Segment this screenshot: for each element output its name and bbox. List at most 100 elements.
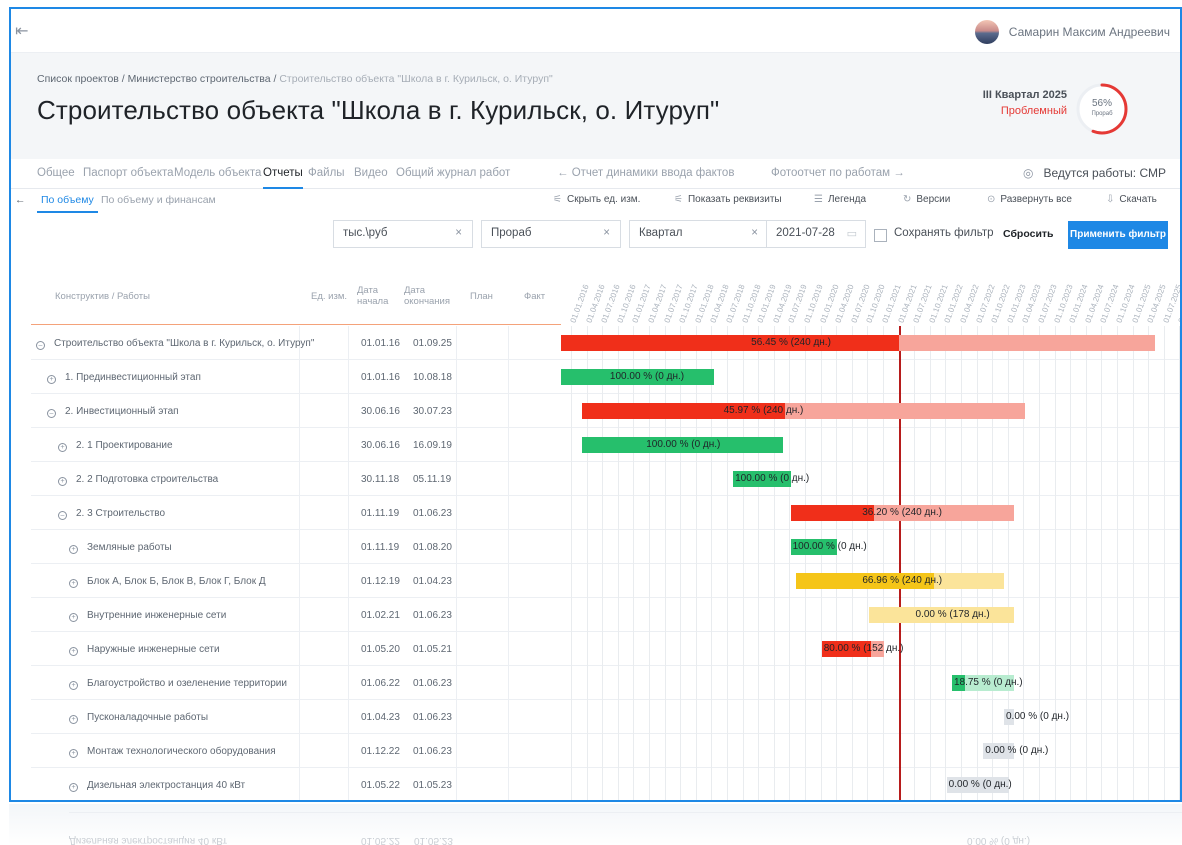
row-start-date: 01.01.16: [361, 372, 400, 383]
user-name[interactable]: Самарин Максим Андреевич: [1009, 25, 1170, 39]
expand-icon[interactable]: +: [47, 375, 56, 384]
tab-files[interactable]: Файлы: [308, 167, 345, 179]
tab-reports[interactable]: Отчеты: [263, 167, 303, 189]
col-fact: Факт: [524, 291, 546, 302]
clear-icon[interactable]: ×: [455, 227, 462, 239]
expand-icon[interactable]: +: [58, 443, 67, 452]
expand-icon[interactable]: +: [69, 783, 78, 792]
row-name: –2. Инвестиционный этап: [47, 406, 179, 418]
save-filter-checkbox[interactable]: [874, 229, 887, 242]
status-label: Проблемный: [1000, 105, 1067, 117]
gantt-gridline: [836, 326, 838, 800]
row-name: + Пусконаладочные работы: [69, 712, 208, 724]
role-select[interactable]: Прораб ×: [481, 220, 621, 248]
hide-units-button[interactable]: ⚟ Скрыть ед. изм.: [553, 194, 640, 205]
row-name: –2. 3 Строительство: [58, 508, 165, 520]
gantt-chart: 01.01.2016 01.04.2016 01.07.2016 01.10.2016…: [561, 271, 1180, 800]
tab-general[interactable]: Общее: [37, 167, 75, 179]
show-props-button[interactable]: ⚟ Показать реквизиты: [674, 194, 782, 205]
reset-button[interactable]: Сбросить: [1003, 228, 1054, 240]
tab-journal[interactable]: Общий журнал работ: [396, 167, 510, 179]
app-window: ⇤ Самарин Максим Андреевич Список проект…: [9, 7, 1182, 802]
expand-icon[interactable]: +: [69, 545, 78, 554]
row-end-date: 01.05.23: [413, 780, 452, 791]
expand-icon[interactable]: +: [69, 749, 78, 758]
subtab-volume-finance[interactable]: По объему и финансам: [101, 194, 216, 206]
legend-button[interactable]: ☰ Легенда: [814, 194, 866, 205]
reflection-row-label: 0.00 % (0 дн.): [967, 812, 1182, 845]
filter-bar: тыс.\руб × Прораб × Квартал × 2021-07-28…: [11, 215, 1180, 255]
collapse-icon[interactable]: –: [47, 409, 56, 418]
row-start-date: 01.12.19: [361, 576, 400, 587]
row-start-date: 30.06.16: [361, 440, 400, 451]
subtab-volume[interactable]: По объему: [37, 194, 98, 213]
calendar-icon[interactable]: ▭: [847, 227, 857, 240]
project-header: Список проектов / Министерство строитель…: [11, 53, 1180, 159]
gantt-bar-label: 100.00 % (0 дн.): [735, 473, 810, 484]
download-button[interactable]: ⇩ Скачать: [1106, 194, 1157, 205]
row-name-label: Блок А, Блок Б, Блок В, Блок Г, Блок Д: [87, 576, 266, 587]
collapse-icon[interactable]: –: [58, 511, 67, 520]
gantt-bar-label: 100.00 % (0 дн.): [609, 371, 685, 382]
gantt-gridline: [805, 326, 806, 800]
report-toolbar: ← По объему По объему и финансам ⚟ Скрыть…: [11, 189, 1180, 213]
gantt-gridline: [1023, 326, 1025, 800]
gantt-gridline: [1117, 326, 1118, 800]
apply-filter-button[interactable]: Применить фильтр: [1068, 221, 1168, 249]
expand-icon[interactable]: +: [69, 647, 78, 656]
breadcrumb-current: Строительство объекта "Школа в г. Куриль…: [279, 73, 553, 85]
expand-icon[interactable]: +: [69, 579, 78, 588]
expand-icon[interactable]: +: [69, 715, 78, 724]
filter-icon: ⚟: [553, 194, 562, 205]
breadcrumb: Список проектов / Министерство строитель…: [37, 73, 553, 85]
tab-video[interactable]: Видео: [354, 167, 388, 179]
row-start-date: 30.11.18: [361, 474, 400, 485]
user-menu[interactable]: Самарин Максим Андреевич: [974, 20, 1170, 44]
collapse-arrow-icon[interactable]: ⇤: [15, 21, 28, 41]
col-end: Дата окончания: [404, 285, 451, 307]
gantt-gridline: [664, 326, 666, 800]
tab-passport[interactable]: Паспорт объекта: [83, 167, 174, 179]
filter-icon: ⚟: [674, 194, 683, 205]
back-arrow-icon[interactable]: ←: [15, 194, 26, 206]
gantt-gridline: [649, 326, 650, 800]
save-filter-label[interactable]: Сохранять фильтр: [894, 227, 994, 239]
breadcrumb-ministry[interactable]: Министерство строительства: [128, 73, 271, 85]
gantt-bar-label: 0.00 % (0 дн.): [985, 745, 1049, 756]
date-input[interactable]: 2021-07-28 ▭: [766, 220, 866, 248]
clear-icon[interactable]: ×: [603, 227, 610, 239]
row-name: +2. 2 Подготовка строительства: [58, 474, 218, 486]
period-select[interactable]: Квартал ×: [629, 220, 769, 248]
gantt-gridline: [992, 326, 994, 800]
prev-report-link[interactable]: ← Отчет динамики ввода фактов: [557, 167, 734, 179]
row-end-date: 01.06.23: [413, 712, 452, 723]
gantt-bar-label: 100.00 % (0 дн.): [646, 439, 721, 450]
row-name: + Благоустройство и озеленение территории: [69, 678, 287, 690]
row-start-date: 01.01.16: [361, 338, 400, 349]
collapse-icon[interactable]: –: [36, 341, 45, 350]
expand-icon[interactable]: +: [69, 681, 78, 690]
gantt-gridline: [867, 326, 869, 800]
gantt-gridline: [929, 326, 931, 800]
col-start: Дата начала: [357, 285, 389, 307]
versions-button[interactable]: ↻ Версии: [903, 194, 950, 205]
gantt-gridline: [1179, 326, 1180, 800]
unit-select[interactable]: тыс.\руб ×: [333, 220, 473, 248]
row-name-label: 2. 2 Подготовка строительства: [76, 474, 219, 485]
avatar[interactable]: [974, 20, 999, 44]
row-name-label: Наружные инженерные сети: [87, 644, 220, 655]
gantt-fact-bar[interactable]: [561, 335, 900, 351]
row-end-date: 10.08.18: [413, 372, 452, 383]
next-report-link[interactable]: Фотоотчет по работам →: [771, 167, 905, 179]
tab-model[interactable]: Модель объекта: [174, 167, 261, 179]
expand-all-button[interactable]: ⊙ Развернуть все: [987, 194, 1072, 205]
row-name: + Дизельная электростанция 40 кВт: [69, 780, 245, 792]
expand-icon[interactable]: +: [58, 477, 67, 486]
gantt-gridline: [1132, 326, 1134, 800]
expand-icon[interactable]: +: [69, 613, 78, 622]
gantt-gridline: [976, 326, 978, 800]
breadcrumb-projects[interactable]: Список проектов: [37, 73, 119, 85]
gantt-bar-label: 0.00 % (0 дн.): [1006, 711, 1070, 722]
clear-icon[interactable]: ×: [751, 227, 758, 239]
gantt-gridline: [851, 326, 853, 800]
